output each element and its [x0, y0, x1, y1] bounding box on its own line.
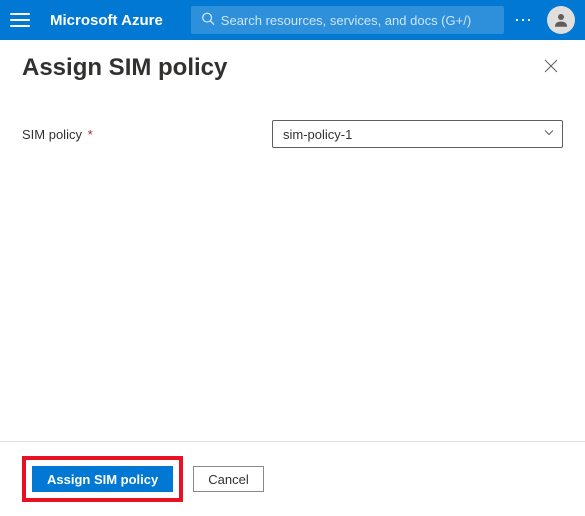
- required-marker: *: [88, 127, 93, 142]
- cancel-button[interactable]: Cancel: [193, 466, 263, 492]
- more-icon[interactable]: ⋯: [514, 10, 533, 31]
- top-right-actions: ⋯: [514, 6, 575, 34]
- brand-label: Microsoft Azure: [50, 12, 163, 29]
- close-icon[interactable]: [543, 58, 563, 78]
- search-input[interactable]: [191, 6, 504, 34]
- top-navigation-bar: Microsoft Azure ⋯: [0, 0, 585, 40]
- page-title: Assign SIM policy: [22, 54, 227, 82]
- sim-policy-label-text: SIM policy: [22, 127, 82, 142]
- menu-icon[interactable]: [10, 10, 30, 30]
- form-area: SIM policy * sim-policy-1: [0, 90, 585, 441]
- search-icon: [201, 12, 215, 29]
- panel-header: Assign SIM policy: [0, 40, 585, 90]
- assign-button-highlight: Assign SIM policy: [22, 456, 183, 502]
- search-box: [191, 6, 504, 34]
- assign-sim-policy-button[interactable]: Assign SIM policy: [32, 466, 173, 492]
- avatar[interactable]: [547, 6, 575, 34]
- panel-footer: Assign SIM policy Cancel: [0, 441, 585, 516]
- sim-policy-select-wrap: sim-policy-1: [272, 120, 563, 148]
- sim-policy-selected-value: sim-policy-1: [283, 127, 352, 142]
- sim-policy-row: SIM policy * sim-policy-1: [22, 120, 563, 148]
- sim-policy-select[interactable]: sim-policy-1: [272, 120, 563, 148]
- sim-policy-label: SIM policy *: [22, 127, 272, 142]
